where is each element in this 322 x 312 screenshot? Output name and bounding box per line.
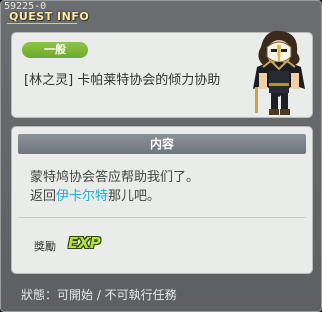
npc-portrait-icon xyxy=(253,30,305,115)
description-prefix: 返回 xyxy=(30,189,57,204)
quest-header-panel: 一般 [林之灵] 卡帕莱特协会的倾力协助 xyxy=(11,30,313,118)
window-title: QUEST INFO xyxy=(9,10,90,23)
quest-status: 狀態：可開始 / 不可執行任務 xyxy=(21,288,177,302)
title-underline xyxy=(7,23,77,24)
title-bar[interactable]: 59225-0 QUEST INFO xyxy=(1,1,321,25)
quest-description: 蒙特鸠协会答应帮助我们了。 返回伊卡尔特那儿吧。 xyxy=(30,168,199,206)
exp-reward-icon: EXP xyxy=(68,234,101,252)
npc-name-link[interactable]: 伊卡尔特 xyxy=(56,189,108,204)
description-line-2: 返回伊卡尔特那儿吧。 xyxy=(30,187,199,206)
reward-label: 獎勵 xyxy=(34,240,56,253)
description-line-1: 蒙特鸠协会答应帮助我们了。 xyxy=(30,170,200,185)
quest-info-window: 59225-0 QUEST INFO 一般 [林之灵] 卡帕莱特协会的倾力协助 xyxy=(0,0,322,312)
quest-content-panel: 内容 蒙特鸠协会答应帮助我们了。 返回伊卡尔特那儿吧。 獎勵 EXP xyxy=(11,126,313,274)
category-badge: 一般 xyxy=(22,42,88,58)
description-suffix: 那儿吧。 xyxy=(108,189,161,204)
divider xyxy=(18,217,306,218)
quest-name: [林之灵] 卡帕莱特协会的倾力协助 xyxy=(24,73,221,88)
content-header: 内容 xyxy=(18,134,306,154)
